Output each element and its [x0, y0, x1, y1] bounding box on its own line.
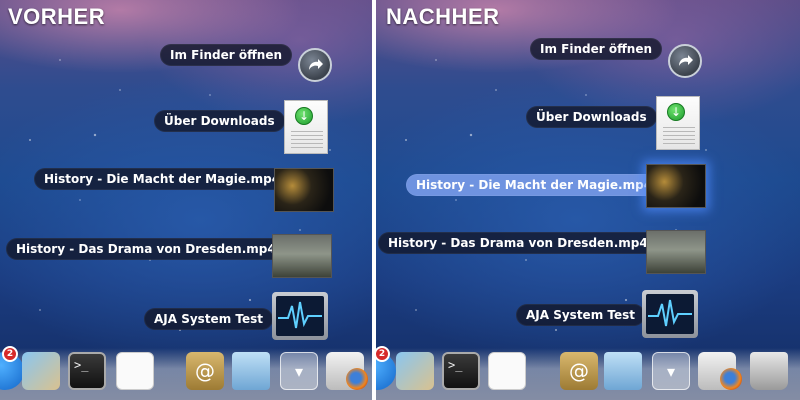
download-badge-icon: ↓ — [295, 107, 313, 125]
after-heading: NACHHER — [386, 4, 500, 29]
firefox-icon[interactable] — [346, 368, 368, 390]
download-badge-icon: ↓ — [667, 103, 685, 121]
dock: 2 >_ @ ▾ — [0, 346, 400, 400]
firefox-icon[interactable] — [720, 368, 742, 390]
video-thumbnail-icon[interactable] — [646, 230, 706, 274]
aja-app-icon[interactable] — [272, 292, 328, 340]
stack-item-open-in-finder[interactable]: Im Finder öffnen — [160, 44, 293, 66]
dock: 2 >_ @ ▾ — [376, 346, 800, 400]
preview-icon[interactable] — [396, 352, 434, 390]
stack-item-open-in-finder[interactable]: Im Finder öffnen — [530, 38, 663, 60]
arrow-circle-icon[interactable] — [668, 44, 702, 78]
document-icon[interactable]: ↓ — [656, 96, 700, 150]
textedit-icon[interactable] — [488, 352, 526, 390]
address-book-icon[interactable]: @ — [186, 352, 224, 390]
stack-item-aja-system-test[interactable]: AJA System Test — [144, 308, 273, 330]
stack-item-video-magie[interactable]: History - Die Macht der Magie.mp4 — [406, 174, 663, 196]
before-panel: VORHER Im Finder öffnen Über Downloads ↓… — [0, 0, 400, 400]
video-thumbnail-icon[interactable] — [272, 234, 332, 278]
arrow-circle-icon[interactable] — [298, 48, 332, 82]
stack-item-video-magie[interactable]: History - Die Macht der Magie.mp4 — [34, 168, 291, 190]
stack-item-video-dresden[interactable]: History - Das Drama von Dresden.mp4 — [6, 238, 286, 260]
address-book-icon[interactable]: @ — [560, 352, 598, 390]
document-icon[interactable]: ↓ — [284, 100, 328, 154]
folder-icon[interactable] — [604, 352, 642, 390]
stack-item-aja-system-test[interactable]: AJA System Test — [516, 304, 645, 326]
terminal-icon[interactable]: >_ — [68, 352, 106, 390]
trash-icon[interactable] — [750, 352, 788, 390]
stack-item-about-downloads[interactable]: Über Downloads — [154, 110, 285, 132]
terminal-icon[interactable]: >_ — [442, 352, 480, 390]
preview-icon[interactable] — [22, 352, 60, 390]
textedit-icon[interactable] — [116, 352, 154, 390]
before-heading: VORHER — [8, 4, 106, 29]
stack-chevron-icon[interactable]: ▾ — [280, 352, 318, 390]
aja-app-icon[interactable] — [642, 290, 698, 338]
video-thumbnail-icon[interactable] — [646, 164, 706, 208]
folder-icon[interactable] — [232, 352, 270, 390]
stack-item-video-dresden[interactable]: History - Das Drama von Dresden.mp4 — [378, 232, 658, 254]
stack-item-about-downloads[interactable]: Über Downloads — [526, 106, 657, 128]
video-thumbnail-icon[interactable] — [274, 168, 334, 212]
notification-badge: 2 — [2, 346, 18, 362]
stack-chevron-icon[interactable]: ▾ — [652, 352, 690, 390]
after-panel: NACHHER Im Finder öffnen Über Downloads … — [376, 0, 800, 400]
